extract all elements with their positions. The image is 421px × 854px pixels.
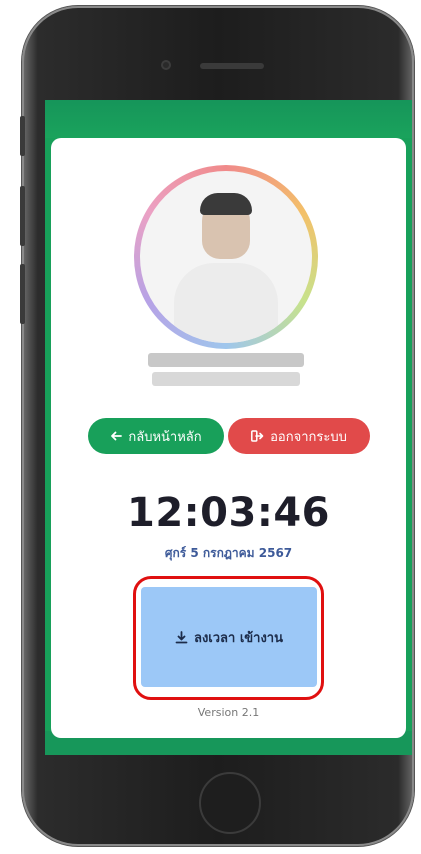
clock-in-label: ลงเวลา เข้างาน [193, 630, 283, 646]
sign-out-icon [251, 430, 264, 442]
current-date: ศุกร์ 5 กรกฎาคม 2567 [164, 546, 293, 560]
back-home-label: กลับหน้าหลัก [128, 428, 202, 444]
volume-down-button [20, 264, 25, 324]
earpiece-speaker [200, 63, 264, 69]
back-home-button[interactable]: กลับหน้าหลัก [88, 418, 224, 454]
logout-button[interactable]: ออกจากระบบ [228, 418, 370, 454]
avatar-hair [200, 193, 252, 215]
clock-in-button[interactable]: ลงเวลา เข้างาน [141, 587, 317, 687]
home-button[interactable] [199, 772, 261, 834]
logout-label: ออกจากระบบ [270, 428, 347, 444]
front-camera [161, 60, 171, 70]
current-time: 12:03:46 [127, 490, 330, 536]
volume-up-button [20, 186, 25, 246]
mute-switch [20, 116, 25, 156]
header-band [45, 100, 412, 138]
user-position-line [152, 372, 300, 386]
version-text: Version 2.1 [197, 706, 260, 719]
avatar-body [174, 263, 278, 343]
download-icon [175, 630, 188, 643]
arrow-left-icon [111, 431, 123, 441]
avatar [140, 171, 312, 343]
user-name-line [148, 353, 304, 367]
